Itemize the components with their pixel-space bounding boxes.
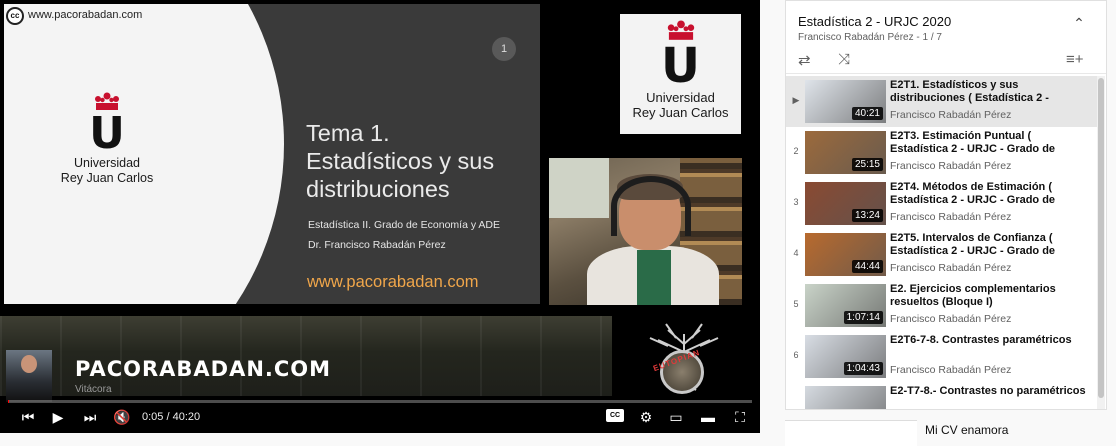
next-video-title[interactable]: Mi CV enamora <box>925 423 1008 437</box>
video-thumbnail[interactable]: 40:21 <box>805 80 886 123</box>
playlist-owner-line: Francisco Rabadán Pérez - 1 / 7 <box>798 32 942 43</box>
next-video-thumbnail[interactable] <box>785 420 917 446</box>
video-channel: Francisco Rabadán Pérez <box>890 364 1012 376</box>
university-crest-large: U Universidad Rey Juan Carlos <box>624 20 737 121</box>
item-index: 5 <box>793 299 799 309</box>
video-thumbnail[interactable]: 1:07:14 <box>805 284 886 327</box>
slide-url: www.pacorabadan.com <box>307 273 479 291</box>
slide-page-number: 1 <box>492 37 516 61</box>
playlist-item[interactable]: 5 1:07:14 E2. Ejercicios complementarios… <box>786 280 1097 331</box>
crest-letter: U <box>89 108 125 159</box>
video-duration: 1:07:14 <box>843 311 883 324</box>
previous-icon[interactable]: ⏮ <box>18 407 38 427</box>
settings-icon[interactable]: ⚙ <box>636 407 656 427</box>
slide: U Universidad Rey Juan Carlos 1 Tema 1. … <box>4 4 540 304</box>
video-title[interactable]: E2T3. Estimación Puntual ( Estadística 2… <box>890 130 1088 157</box>
crest-letter: U <box>661 38 700 94</box>
banner-title: PACORABADAN.COM <box>75 357 332 381</box>
slide-title: Tema 1. Estadísticos y sus distribucione… <box>306 120 495 202</box>
playlist-position: 1 / 7 <box>922 32 942 43</box>
video-duration: 40:21 <box>851 107 883 120</box>
play-icon[interactable]: ▶ <box>48 407 68 427</box>
collapse-icon[interactable]: ⌃ <box>1070 15 1088 33</box>
video-player[interactable]: U Universidad Rey Juan Carlos 1 Tema 1. … <box>0 0 760 433</box>
webcam-window <box>549 158 609 218</box>
video-thumbnail[interactable]: 25:15 <box>805 131 886 174</box>
page: U Universidad Rey Juan Carlos 1 Tema 1. … <box>0 0 1116 446</box>
playlist-item[interactable]: ▶ 40:21 E2T1. Estadísticos y sus distrib… <box>786 76 1097 127</box>
creative-commons-icon: cc <box>6 7 24 25</box>
save-playlist-icon[interactable]: ≡+ <box>1066 51 1084 68</box>
progress-fill <box>8 400 10 403</box>
playlist-header: Estadística 2 - URJC 2020 Francisco Raba… <box>786 1 1106 74</box>
playlist-items: ▶ 40:21 E2T1. Estadísticos y sus distrib… <box>786 76 1097 409</box>
playlist-item[interactable]: E2-T7-8.- Contrastes no paramétricos <box>786 382 1097 409</box>
video-channel: Francisco Rabadán Pérez <box>890 160 1012 172</box>
presenter-shirt <box>637 250 671 305</box>
item-index: 3 <box>793 197 799 207</box>
crest-line1: Universidad <box>73 156 140 170</box>
headset-icon <box>611 176 691 236</box>
university-logo-box: U Universidad Rey Juan Carlos <box>620 14 741 134</box>
video-thumbnail[interactable]: 44:44 <box>805 233 886 276</box>
playlist-owner[interactable]: Francisco Rabadán Pérez <box>798 32 914 43</box>
slide-subtitle-2: Dr. Francisco Rabadán Pérez <box>308 239 446 251</box>
time-display: 0:05 / 40:20 <box>142 411 201 423</box>
subtitles-icon[interactable]: CC <box>606 409 624 422</box>
video-title[interactable]: E2T4. Métodos de Estimación ( Estadístic… <box>890 181 1088 208</box>
video-title[interactable]: E2T1. Estadísticos y sus distribuciones … <box>890 79 1088 106</box>
miniplayer-icon[interactable]: ▭ <box>666 407 686 427</box>
video-channel: Francisco Rabadán Pérez <box>890 109 1012 121</box>
banner-subtitle: Vitácora <box>75 384 112 395</box>
loop-icon[interactable]: ⇄ <box>798 51 811 69</box>
video-channel: Francisco Rabadán Pérez <box>890 211 1012 223</box>
playlist-item[interactable]: 6 1:04:43 E2T6-7-8. Contrastes paramétri… <box>786 331 1097 382</box>
theater-icon[interactable]: ▬ <box>698 407 718 427</box>
university-crest: U Universidad Rey Juan Carlos <box>52 92 162 186</box>
video-title[interactable]: E2. Ejercicios complementarios resueltos… <box>890 283 1088 309</box>
crest-line1: Universidad <box>646 90 715 105</box>
crest-line2: Rey Juan Carlos <box>632 105 729 121</box>
playlist-item[interactable]: 2 25:15 E2T3. Estimación Puntual ( Estad… <box>786 127 1097 178</box>
slide-subtitle-1: Estadística II. Grado de Economía y ADE <box>308 219 501 231</box>
item-index: 6 <box>793 350 799 360</box>
playing-indicator-icon: ▶ <box>792 95 800 105</box>
video-channel: Francisco Rabadán Pérez <box>890 262 1012 274</box>
playlist-panel: Estadística 2 - URJC 2020 Francisco Raba… <box>785 0 1107 410</box>
video-title[interactable]: E2T6-7-8. Contrastes paramétricos <box>890 334 1088 347</box>
video-thumbnail[interactable] <box>805 386 886 409</box>
video-duration: 13:24 <box>851 209 883 222</box>
channel-avatar[interactable] <box>6 350 52 402</box>
scrollbar-thumb[interactable] <box>1098 78 1104 398</box>
video-thumbnail[interactable]: 1:04:43 <box>805 335 886 378</box>
site-watermark: www.pacorabadan.com <box>28 9 143 21</box>
player-controls: ⏮ ▶ ⏭ 🔇 0:05 / 40:20 CC ⚙ ▭ ▬ ⛶ <box>0 404 760 430</box>
video-duration: 25:15 <box>851 158 883 171</box>
mute-icon[interactable]: 🔇 <box>112 407 132 427</box>
playlist-item[interactable]: 4 44:44 E2T5. Intervalos de Confianza ( … <box>786 229 1097 280</box>
video-title[interactable]: E2-T7-8.- Contrastes no paramétricos <box>890 385 1088 398</box>
crest-line2: Rey Juan Carlos <box>60 170 154 185</box>
playlist-item[interactable]: 3 13:24 E2T4. Métodos de Estimación ( Es… <box>786 178 1097 229</box>
item-index: 2 <box>793 146 799 156</box>
progress-bar[interactable] <box>8 400 752 403</box>
video-duration: 44:44 <box>851 260 883 273</box>
video-thumbnail[interactable]: 13:24 <box>805 182 886 225</box>
shuffle-icon[interactable]: ⤨ <box>838 51 850 68</box>
next-icon[interactable]: ⏭ <box>80 407 100 427</box>
playlist-title[interactable]: Estadística 2 - URJC 2020 <box>798 14 951 29</box>
item-index: 4 <box>793 248 799 258</box>
video-channel: Francisco Rabadán Pérez <box>890 313 1012 325</box>
video-title[interactable]: E2T5. Intervalos de Confianza ( Estadíst… <box>890 232 1088 259</box>
fullscreen-icon[interactable]: ⛶ <box>730 407 750 427</box>
video-duration: 1:04:43 <box>843 362 883 375</box>
webcam-feed <box>549 158 742 305</box>
playlist-scrollbar[interactable] <box>1097 76 1105 409</box>
